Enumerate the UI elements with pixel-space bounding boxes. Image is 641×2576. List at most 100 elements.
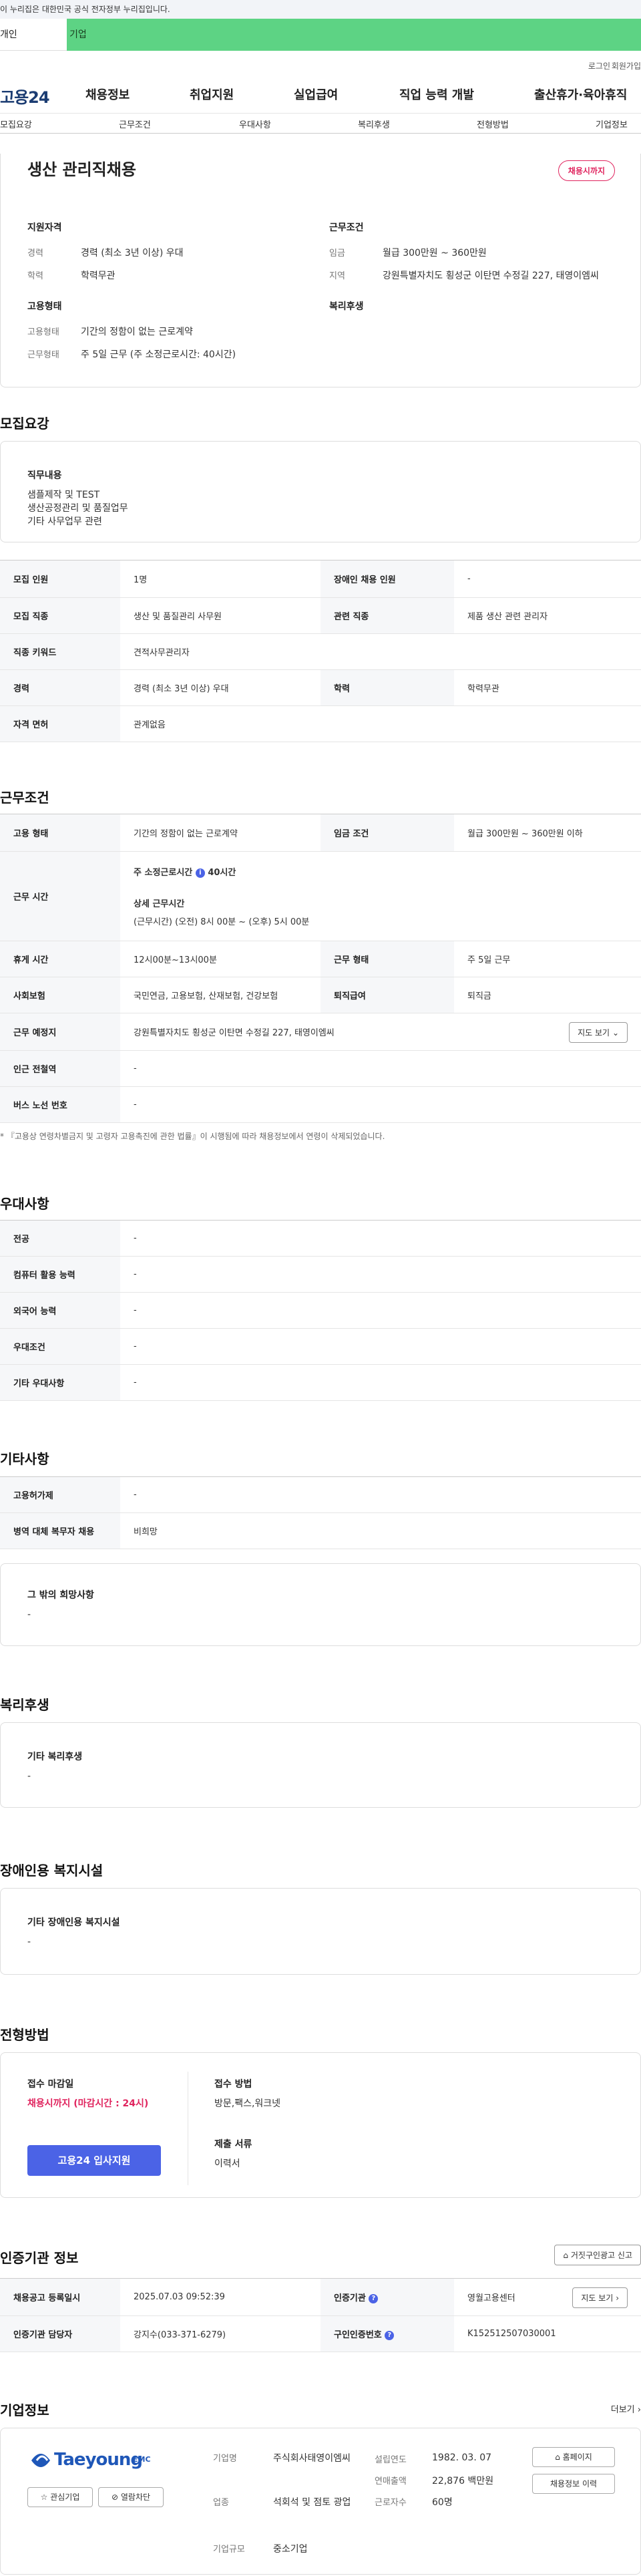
career-label: 경력 xyxy=(27,249,43,259)
tab-corporate[interactable]: 기업 xyxy=(67,19,641,51)
welfare-section-title: 복리후생 xyxy=(0,1697,49,1713)
subnav-welfare[interactable]: 복리후생 xyxy=(358,118,390,130)
gnb-unemployment[interactable]: 실업급여 xyxy=(294,86,338,103)
homepage-button[interactable]: ⌂ 홈페이지 xyxy=(532,2447,615,2467)
table-key: 고용허가제 xyxy=(0,1476,120,1513)
scale-label: 기업규모 xyxy=(213,2545,245,2555)
table-row: 컴퓨터 활용 능력 - xyxy=(0,1256,641,1293)
gnb-parental-leave[interactable]: 출산휴가·육아휴직 xyxy=(534,86,627,103)
job-title: 생산 관리직채용 xyxy=(27,160,136,179)
company-name-value: 주식회사태영이엠씨 xyxy=(273,2453,351,2464)
gnb-employment-support[interactable]: 취업지원 xyxy=(190,86,234,103)
work-place-value: 강원특별자치도 횡성군 이탄면 수정길 227, 태영이엠씨 xyxy=(134,1028,335,1038)
table-value: 1명 xyxy=(120,560,320,598)
docs-label: 제출 서류 xyxy=(214,2139,252,2150)
recruit-section-title: 모집요강 xyxy=(0,416,49,432)
table-row: 인증기관 담당자 강지수(033-371-6279) 구인인증번호 ? K152… xyxy=(0,2315,641,2352)
apply-button[interactable]: 고용24 입사지원 xyxy=(27,2145,161,2176)
table-value: 퇴직금 xyxy=(454,977,641,1013)
table-value: 견적사무관리자 xyxy=(120,633,641,670)
company-name-label: 기업명 xyxy=(213,2454,237,2464)
false-ad-report-button[interactable]: ⌂ 거짓구인광고 신고 xyxy=(554,2245,641,2265)
table-value: 주 소정근로시간 i 40시간 상세 근무시간 (근무시간) (오전) 8시 0… xyxy=(120,851,641,941)
preference-section-title: 우대사항 xyxy=(0,1196,49,1212)
deadline-badge: 채용시까지 xyxy=(558,160,615,181)
company-section-title: 기업정보 xyxy=(0,2402,49,2418)
recruit-history-button[interactable]: 채용정보 이력 xyxy=(532,2474,615,2494)
subnav-preference[interactable]: 우대사항 xyxy=(239,118,271,130)
tab-personal[interactable]: 개인 xyxy=(0,19,67,51)
table-row: 병역 대체 복무자 채용 비희망 xyxy=(0,1512,641,1549)
table-value: - xyxy=(120,1256,641,1293)
table-key: 우대조건 xyxy=(0,1328,120,1365)
subnav-selection[interactable]: 전형방법 xyxy=(477,118,509,130)
founded-value: 1982. 03. 07 xyxy=(432,2452,492,2463)
detail-hours-value: (근무시간) (오전) 8시 00분 ~ (오후) 5시 00분 xyxy=(134,917,310,927)
subnav-recruit[interactable]: 모집요강 xyxy=(0,118,32,130)
chevron-down-icon: ⌄ xyxy=(612,1028,619,1037)
work-type-label: 근무형태 xyxy=(27,350,59,360)
table-row: 근무 시간 주 소정근로시간 i 40시간 상세 근무시간 (근무시간) (오전… xyxy=(0,851,641,941)
company-logo-text: Taeyoung xyxy=(54,2450,143,2470)
table-value: 기간의 정함이 없는 근로계약 xyxy=(120,814,320,852)
info-icon[interactable]: i xyxy=(195,868,205,878)
other-table: 고용허가제 - 병역 대체 복무자 채용 비희망 xyxy=(0,1476,641,1549)
founded-label: 설립연도 xyxy=(375,2455,407,2465)
subnav-company[interactable]: 기업정보 xyxy=(596,118,628,130)
report-icon: ⌂ xyxy=(563,2251,569,2260)
table-row: 고용허가제 - xyxy=(0,1476,641,1513)
duty-heading: 직무내용 xyxy=(27,470,62,481)
region-label: 지역 xyxy=(329,271,345,281)
welfare-heading: 복리후생 xyxy=(329,301,364,312)
table-key: 고용 형태 xyxy=(0,814,120,852)
detail-hours-label: 상세 근무시간 xyxy=(134,899,185,909)
subnav-conditions[interactable]: 근무조건 xyxy=(119,118,151,130)
table-value: - xyxy=(120,1328,641,1365)
login-link[interactable]: 로그인 xyxy=(588,60,610,71)
chevron-right-icon: › xyxy=(616,2293,619,2303)
gnb-recruit[interactable]: 채용정보 xyxy=(85,86,130,103)
table-value: 12시00분~13시00분 xyxy=(120,941,320,977)
staff-label: 근로자수 xyxy=(375,2498,407,2508)
employment-value: 기간의 정함이 없는 근로계약 xyxy=(81,327,193,337)
table-value: 국민연금, 고용보험, 산재보험, 건강보험 xyxy=(120,977,320,1013)
scale-value: 중소기업 xyxy=(273,2544,308,2555)
industry-value: 석회석 및 점토 광업 xyxy=(273,2497,351,2508)
table-key: 근무 예정지 xyxy=(0,1013,120,1051)
table-row: 고용 형태 기간의 정함이 없는 근로계약 임금 조건 월급 300만원 ~ 3… xyxy=(0,814,641,852)
table-key: 장애인 채용 인원 xyxy=(320,560,454,598)
agency-value: 영월고용센터 xyxy=(467,2293,515,2303)
misc-heading: 그 밖의 희망사항 xyxy=(27,1590,94,1601)
table-key: 자격 면허 xyxy=(0,705,120,742)
work-type-value: 주 5일 근무 (주 소정근로시간: 40시간) xyxy=(81,349,236,360)
chevron-right-icon: › xyxy=(637,2405,641,2415)
favorite-company-button[interactable]: ☆ 관심기업 xyxy=(27,2487,93,2507)
table-row: 모집 직종 생산 및 품질관리 사무원 관련 직종 제품 생산 관련 관리자 xyxy=(0,597,641,634)
recruit-table: 모집 인원 1명 장애인 채용 인원 - 모집 직종 생산 및 품질관리 사무원… xyxy=(0,560,641,742)
docs-value: 이력서 xyxy=(214,2158,240,2169)
map-button[interactable]: 지도 보기 ⌄ xyxy=(569,1022,628,1043)
preference-table: 전공 - 컴퓨터 활용 능력 - 외국어 능력 - 우대조건 - 기타 우대사항 - xyxy=(0,1220,641,1401)
duty-line-1: 샘플제작 및 TEST xyxy=(27,490,100,500)
table-row: 직종 키워드 견적사무관리자 xyxy=(0,633,641,670)
join-link[interactable]: 회원가입 xyxy=(612,60,641,71)
map-button[interactable]: 지도 보기 › xyxy=(572,2287,628,2308)
site-logo[interactable]: 고용24 xyxy=(0,84,50,108)
info-icon[interactable]: ? xyxy=(385,2330,395,2340)
table-value: - xyxy=(120,1086,641,1123)
table-key: 병역 대체 복무자 채용 xyxy=(0,1512,120,1549)
table-key: 모집 직종 xyxy=(0,597,120,634)
gnb-training[interactable]: 직업 능력 개발 xyxy=(399,86,474,103)
disability-card: 기타 장애인용 복지시설 - xyxy=(0,1888,641,1975)
block-view-button[interactable]: ⊘ 열람차단 xyxy=(98,2487,164,2507)
table-row: 기타 우대사항 - xyxy=(0,1364,641,1401)
selection-card: 접수 마감일 채용시까지 (마감시간 : 24시) 고용24 입사지원 접수 방… xyxy=(0,2052,641,2198)
table-value: 강지수(033-371-6279) xyxy=(120,2315,320,2352)
info-icon[interactable]: ? xyxy=(369,2293,379,2303)
company-more-link[interactable]: 더보기 › xyxy=(611,2402,641,2415)
table-key: 외국어 능력 xyxy=(0,1292,120,1329)
welfare-card-heading: 기타 복리후생 xyxy=(27,1752,83,1762)
education-value: 학력무관 xyxy=(81,271,116,281)
employment-heading: 고용형태 xyxy=(27,301,62,312)
company-logo-suffix: EMC xyxy=(133,2455,151,2464)
